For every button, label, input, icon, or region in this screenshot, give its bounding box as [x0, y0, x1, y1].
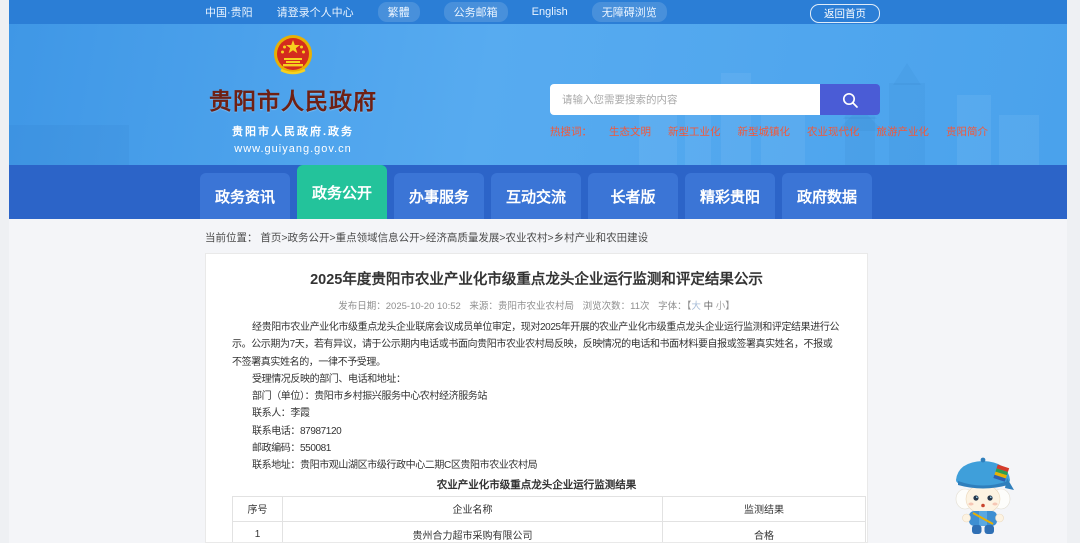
- hot-term[interactable]: 贵阳简介: [946, 124, 988, 139]
- table-caption: 农业产业化市级重点龙头企业运行监测结果: [436, 478, 637, 491]
- hot-term[interactable]: 新型城镇化: [738, 124, 791, 139]
- monitor-result: 合格: [662, 520, 866, 542]
- hot-term[interactable]: 新型工业化: [668, 124, 721, 139]
- table-row: 1 贵州合力超市采购有限公司 合格: [232, 520, 866, 542]
- mascot-assistant-figure[interactable]: [950, 452, 1016, 536]
- article-meta: 发布日期：2025-10-20 10:52 来源：贵阳市农业农村局 浏览次数：1…: [338, 301, 735, 312]
- page: 中国·贵阳 请登录个人中心 繁體 公务邮箱 English 无障碍浏览 返回首页: [9, 0, 1067, 543]
- paragraph: 邮政编码：550081: [252, 443, 331, 455]
- link-china-guiyang[interactable]: 中国·贵阳: [205, 4, 253, 20]
- nav-tab-senior-version[interactable]: 长者版: [588, 173, 678, 219]
- publish-date-label: 发布日期：: [338, 301, 386, 312]
- site-url: www.guiyang.gov.cn: [234, 143, 352, 155]
- nav-tab-gov-affairs-open[interactable]: 政务公开: [297, 165, 387, 219]
- paragraph: 经贵阳市农业产业化市级重点龙头企业联席会议成员单位审定，现对2025年开展的农业…: [232, 322, 840, 368]
- views: 11次: [630, 301, 650, 312]
- search-icon: [842, 92, 858, 108]
- article-card: 2025年度贵阳市农业产业化市级重点龙头企业运行监测和评定结果公示 发布日期：2…: [205, 253, 868, 543]
- font-size-small-button[interactable]: 小: [716, 301, 726, 312]
- paragraph: 联系地址：贵阳市观山湖区市级行政中心二期C区贵阳市农业农村局: [252, 460, 538, 472]
- nav-tab-interaction[interactable]: 互动交流: [491, 173, 581, 219]
- breadcrumb-label: 当前位置：: [205, 232, 258, 244]
- article-title: 2025年度贵阳市农业产业化市级重点龙头企业运行监测和评定结果公示: [310, 272, 763, 288]
- company-name: 贵州合力超市采购有限公司: [282, 520, 663, 542]
- search-input[interactable]: [550, 84, 820, 115]
- nav-tab-news[interactable]: 政务资讯: [200, 173, 290, 219]
- national-emblem-icon: [274, 35, 312, 75]
- hot-search-label: 热搜词：: [550, 126, 592, 138]
- views-label: 浏览次数：: [582, 301, 631, 312]
- breadcrumb: 当前位置： 首页>政务公开>重点领域信息公开>经济高质量发展>农业农村>乡村产业…: [205, 230, 648, 245]
- site-title: 贵阳市人民政府: [209, 88, 377, 114]
- link-english[interactable]: English: [532, 6, 568, 18]
- paragraph: 受理情况反映的部门、电话和地址：: [252, 373, 406, 385]
- font-size-label: 字体：: [658, 301, 687, 312]
- hot-term[interactable]: 生态文明: [609, 124, 651, 139]
- source: 贵阳市农业农村局: [497, 301, 574, 312]
- breadcrumb-path[interactable]: 首页>政务公开>重点领域信息公开>经济高质量发展>农业农村>乡村产业和农田建设: [260, 232, 648, 244]
- link-official-mail[interactable]: 公务邮箱: [443, 2, 508, 22]
- hot-term[interactable]: 农业现代化: [807, 124, 860, 139]
- table-header-row: 序号 企业名称 监测结果: [232, 495, 866, 522]
- site-logo-block[interactable]: 贵阳市人民政府 贵阳市人民政府.政务 www.guiyang.gov.cn: [205, 32, 381, 155]
- nav-tab-splendid-guiyang[interactable]: 精彩贵阳: [685, 173, 775, 219]
- nav-tab-services[interactable]: 办事服务: [394, 173, 484, 219]
- paragraph: 部门（单位）：贵阳市乡村振兴服务中心农村经济服务站: [252, 391, 487, 403]
- monitoring-result-table: 序号 企业名称 监测结果 1 贵州合力超市采购有限公司 合格 2 贵州友禾种业有…: [232, 495, 866, 542]
- nav-tab-gov-data[interactable]: 政府数据: [782, 173, 872, 219]
- paragraph: 联系电话：87987120: [252, 425, 342, 437]
- hot-search-row: 热搜词： 生态文明 新型工业化 新型城镇化 农业现代化 旅游产业化 贵阳简介: [550, 124, 988, 139]
- publish-date: 2025-10-20 10:52: [385, 301, 461, 312]
- hot-term[interactable]: 旅游产业化: [877, 124, 930, 139]
- link-traditional-chinese[interactable]: 繁體: [377, 2, 420, 22]
- col-header-no: 序号: [232, 495, 283, 522]
- link-accessibility[interactable]: 无障碍浏览: [591, 2, 667, 22]
- font-size-large-button[interactable]: 大: [691, 301, 701, 312]
- col-header-company: 企业名称: [282, 495, 663, 522]
- source-label: 来源：: [469, 301, 498, 312]
- main-nav: 政务资讯 政务公开 办事服务 互动交流 长者版 精彩贵阳 政府数据: [9, 165, 1067, 219]
- top-bar: 中国·贵阳 请登录个人中心 繁體 公务邮箱 English 无障碍浏览 返回首页: [9, 0, 1067, 24]
- link-login-personal-center[interactable]: 请登录个人中心: [277, 4, 354, 20]
- row-no: 1: [232, 520, 283, 542]
- header-banner: 贵阳市人民政府 贵阳市人民政府.政务 www.guiyang.gov.cn 热搜…: [9, 24, 1067, 165]
- back-home-button[interactable]: 返回首页: [810, 4, 880, 23]
- site-subtitle: 贵阳市人民政府.政务: [231, 126, 355, 138]
- search-block: 热搜词： 生态文明 新型工业化 新型城镇化 农业现代化 旅游产业化 贵阳简介: [550, 84, 988, 139]
- font-size-medium-button[interactable]: 中: [704, 301, 714, 312]
- cityscape-silhouette: [9, 63, 1039, 165]
- paragraph: 联系人：李霞: [252, 408, 310, 420]
- top-bar-links: 中国·贵阳 请登录个人中心 繁體 公务邮箱 English 无障碍浏览: [205, 2, 667, 22]
- search-button[interactable]: [820, 84, 880, 115]
- col-header-result: 监测结果: [662, 495, 866, 522]
- article-body: 经贵阳市农业产业化市级重点龙头企业联席会议成员单位审定，现对2025年开展的农业…: [232, 319, 841, 475]
